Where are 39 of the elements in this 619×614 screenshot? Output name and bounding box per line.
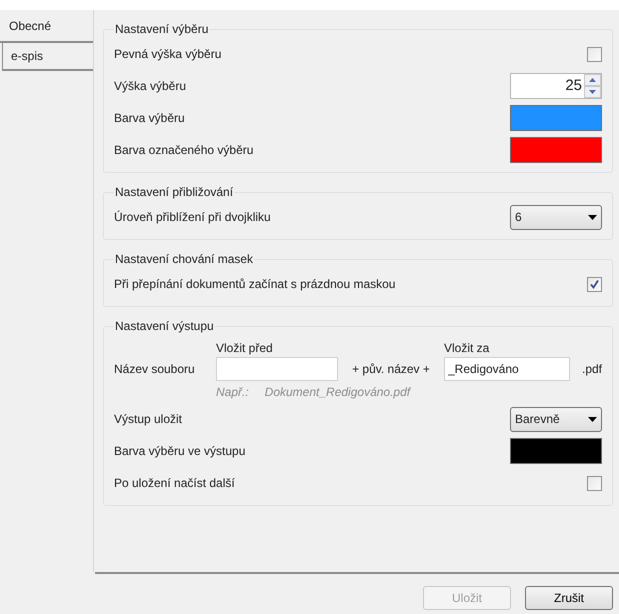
checkbox[interactable] <box>587 276 602 292</box>
dropdown[interactable]: 6 <box>510 204 602 230</box>
input-field[interactable]: _Redigováno <box>444 357 570 381</box>
caret-icon <box>588 214 597 220</box>
field-label: Výška výběru <box>114 78 186 95</box>
group-title: Nastavení přibližování <box>114 184 234 201</box>
field-label: Barva výběru <box>114 110 185 127</box>
group-title: Nastavení výstupu <box>114 318 215 335</box>
extension-text: .pdf <box>580 361 602 378</box>
check-icon <box>589 278 600 290</box>
checkbox[interactable] <box>587 476 602 490</box>
dropdown[interactable]: Barevně <box>510 406 602 432</box>
group-title: Nastavení chování masek <box>114 251 254 268</box>
field-label: Barva označeného výběru <box>114 142 254 159</box>
field-label: Pevná výška výběru <box>114 46 222 63</box>
group-title: Nastavení výběru <box>114 21 210 38</box>
checkbox[interactable] <box>587 46 602 62</box>
color-swatch[interactable] <box>510 105 602 131</box>
input-field[interactable] <box>216 357 338 381</box>
field-label: Vložit před <box>216 340 274 357</box>
increment-icon[interactable] <box>584 74 601 86</box>
field-label: Po uložení načíst další <box>114 475 235 492</box>
dialog-button[interactable]: Zrušit <box>525 586 613 610</box>
field-label: Úroveň přiblížení při dvojkliku <box>114 209 271 226</box>
color-swatch[interactable] <box>510 137 602 163</box>
tab[interactable]: e-spis <box>2 43 93 71</box>
field-label: Název souboru <box>114 361 196 378</box>
field-label: Při přepínání dokumentů začínat s prázdnou maskou <box>114 276 396 293</box>
example-label: Např.: <box>216 384 249 401</box>
caret-icon <box>588 416 597 422</box>
number-spinner[interactable]: 25 <box>510 73 602 99</box>
color-swatch[interactable] <box>510 438 602 464</box>
separator-text: + pův. název + <box>351 361 431 378</box>
field-label: Vložit za <box>444 340 490 357</box>
field-label: Barva výběru ve výstupu <box>114 443 246 460</box>
decrement-icon[interactable] <box>584 86 601 98</box>
field-label: Výstup uložit <box>114 411 182 428</box>
spinner-value: 25 <box>564 76 583 96</box>
example-text: Dokument_Redigováno.pdf <box>264 384 410 401</box>
